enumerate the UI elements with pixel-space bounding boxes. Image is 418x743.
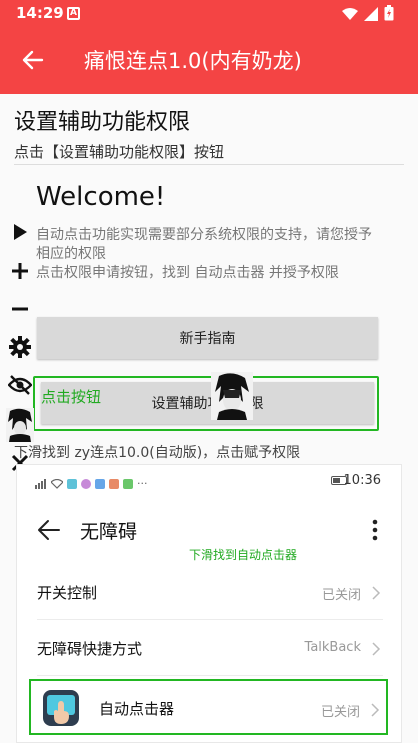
embedded-title: 无障碍 — [80, 521, 138, 543]
chevron-right-icon — [371, 641, 381, 656]
embedded-hint: 下滑找到自动点击器 — [189, 548, 298, 562]
embedded-status-icons: ··· — [35, 474, 148, 493]
more-dots-icon: ··· — [137, 477, 148, 490]
page-subheading: 点击【设置辅助功能权限】按钮 — [14, 143, 225, 161]
overflow-menu-icon — [371, 519, 379, 541]
eye-off-icon[interactable] — [7, 372, 33, 398]
chevron-right-icon — [370, 702, 380, 717]
list-item-label: 自动点击器 — [99, 700, 175, 718]
status-icons — [342, 5, 394, 25]
list-item-label: 开关控制 — [37, 584, 98, 602]
status-time: 14:29 — [16, 4, 64, 22]
app-bar: 痛恨连点1.0(内有奶龙) — [0, 28, 418, 94]
guide-button[interactable]: 新手指南 — [37, 317, 378, 359]
app-notification-icon — [109, 478, 119, 489]
list-item-value: 已关闭 — [320, 705, 360, 720]
embedded-time: 10:36 — [343, 473, 381, 488]
permission-description: 自动点击功能实现需要部分系统权限的支持，请您授予相应的权限 点击权限申请按钮，找… — [36, 226, 376, 283]
battery-icon — [384, 5, 394, 25]
page-heading: 设置辅助功能权限 — [14, 110, 191, 135]
highlight-label: 点击按钮 — [41, 388, 102, 406]
list-item-value: TalkBack — [304, 640, 361, 655]
list-item-highlighted: 自动点击器 已关闭 — [29, 679, 388, 735]
cursor-avatar — [211, 372, 253, 420]
avatar[interactable] — [6, 408, 34, 442]
back-arrow-icon[interactable] — [20, 47, 46, 73]
auto-clicker-app-icon — [42, 689, 80, 727]
list-item-label: 无障碍快捷方式 — [37, 640, 143, 658]
play-icon[interactable] — [7, 219, 33, 245]
minus-icon[interactable] — [7, 296, 33, 322]
main-content: 设置辅助功能权限 点击【设置辅助功能权限】按钮 Welcome! 自动点击功能实… — [0, 94, 418, 743]
app-title: 痛恨连点1.0(内有奶龙) — [84, 49, 302, 73]
chevron-right-icon — [371, 585, 381, 600]
app-notification-icon — [95, 478, 105, 489]
embedded-screenshot: ··· 10:36 无障碍 下滑找到自动点击器 开关控制 已关闭 无障碍快捷方式… — [16, 464, 402, 743]
notification-badge: A — [67, 7, 80, 20]
embedded-status-bar: ··· 10:36 — [17, 465, 403, 495]
plus-icon[interactable] — [7, 258, 33, 284]
embedded-back-arrow-icon — [37, 519, 61, 541]
list-item-value: 已关闭 — [321, 588, 361, 603]
app-notification-icon — [123, 478, 133, 489]
signal-icon — [35, 474, 47, 493]
gear-icon[interactable] — [7, 334, 33, 360]
signal-icon — [364, 6, 378, 25]
instruction-text: 下滑找到 zy连点10.0(自动版)，点击赋予权限 — [14, 445, 301, 461]
divider — [14, 164, 404, 165]
description-line: 自动点击功能实现需要部分系统权限的支持，请您授予相应的权限 — [36, 227, 372, 262]
list-item: 无障碍快捷方式 TalkBack — [37, 620, 383, 676]
description-line: 点击权限申请按钮，找到 自动点击器 并授予权限 — [36, 265, 339, 281]
wifi-icon — [50, 474, 64, 493]
welcome-title: Welcome! — [36, 182, 166, 212]
list-item: 开关控制 已关闭 — [37, 564, 383, 620]
wifi-icon — [342, 6, 358, 25]
app-notification-icon — [81, 478, 91, 489]
app-notification-icon — [67, 478, 77, 489]
floating-toolbar — [0, 217, 40, 479]
status-bar: 14:29 A — [0, 0, 418, 28]
